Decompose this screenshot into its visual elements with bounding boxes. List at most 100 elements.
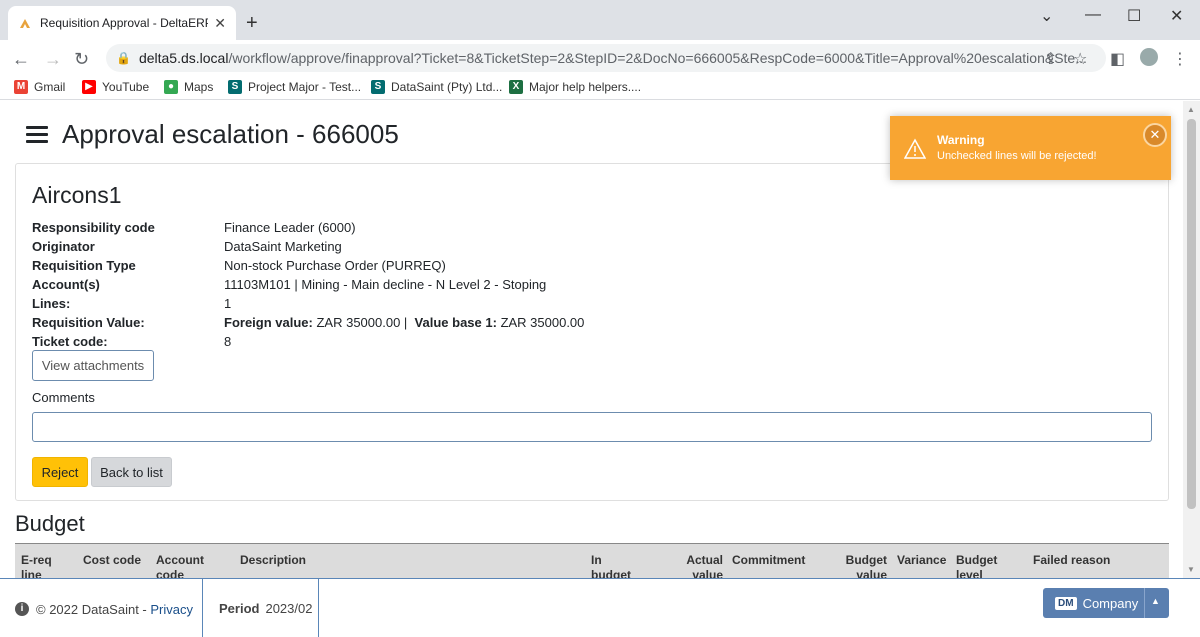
comments-label: Comments <box>32 390 95 405</box>
close-tab-icon[interactable]: ✕ <box>214 15 226 32</box>
url-path: /workflow/approve/finapproval?Ticket=8&T… <box>228 50 1087 66</box>
detail-value: 8 <box>224 334 232 349</box>
bookmark-datasaint[interactable]: S DataSaint (Pty) Ltd... <box>371 80 502 94</box>
column-header[interactable]: E-req line <box>21 553 61 578</box>
budget-table-header: E-req line Cost code Account code Descri… <box>15 543 1169 578</box>
youtube-icon: ▶ <box>82 80 96 94</box>
period-display: Period 2023/02 <box>219 601 312 616</box>
column-header[interactable]: Description <box>240 553 306 568</box>
maps-icon: ● <box>164 80 178 94</box>
maximize-icon[interactable]: ☐ <box>1127 6 1141 26</box>
warning-message: Unchecked lines will be rejected! <box>937 150 1097 162</box>
company-button-divider <box>1144 588 1145 618</box>
footer-divider <box>318 579 319 637</box>
bookmark-label: Major help helpers.... <box>529 80 642 94</box>
copyright: © 2022 DataSaint - Privacy <box>36 602 193 617</box>
privacy-link[interactable]: Privacy <box>150 602 193 617</box>
forward-arrow-icon[interactable]: → <box>44 49 62 70</box>
foreign-value: ZAR 35000.00 | <box>316 315 408 330</box>
profile-avatar[interactable] <box>1140 48 1158 66</box>
close-warning-icon[interactable]: ✕ <box>1143 123 1167 147</box>
warning-title: Warning <box>937 133 985 147</box>
detail-value: DataSaint Marketing <box>224 239 342 254</box>
budget-title: Budget <box>15 511 85 536</box>
column-header[interactable]: Failed reason <box>1033 553 1110 568</box>
sharepoint-icon: S <box>371 80 385 94</box>
back-arrow-icon[interactable]: ← <box>12 49 30 70</box>
page-title: Approval escalation - 666005 <box>62 119 399 149</box>
gmail-icon: M <box>14 80 28 94</box>
warning-toast: Warning Unchecked lines will be rejected… <box>890 116 1171 180</box>
column-header[interactable]: Account code <box>156 553 216 578</box>
bookmarks-bar: M Gmail ▶ YouTube ● Maps S Project Major - T… <box>0 76 1200 100</box>
copyright-text: © 2022 DataSaint - <box>36 602 151 617</box>
bookmark-label: Maps <box>184 80 214 94</box>
bookmark-gmail[interactable]: M Gmail <box>14 80 65 94</box>
page-scrollbar[interactable]: ▲ ▼ <box>1183 101 1200 578</box>
column-header[interactable]: Budget level <box>956 553 1002 578</box>
address-bar[interactable]: 🔒 delta5.ds.local/workflow/approve/finap… <box>106 44 1106 72</box>
detail-label: Account(s) <box>32 277 100 292</box>
hamburger-menu-icon[interactable] <box>26 126 48 144</box>
lock-icon: 🔒 <box>116 51 131 65</box>
requisition-value: Foreign value: ZAR 35000.00 | Value base… <box>224 315 584 330</box>
column-header[interactable]: Commitment <box>732 553 805 568</box>
new-tab-icon[interactable]: + <box>246 12 258 35</box>
excel-icon: X <box>509 80 523 94</box>
base-value-label: Value base 1: <box>414 315 497 330</box>
view-attachments-button[interactable]: View attachments <box>32 350 154 381</box>
share-icon[interactable]: ⇪ <box>1044 49 1057 69</box>
detail-label: Lines: <box>32 296 71 311</box>
detail-value: Non-stock Purchase Order (PURREQ) <box>224 258 446 273</box>
bookmark-project-major[interactable]: S Project Major - Test... <box>228 80 361 94</box>
bookmark-youtube[interactable]: ▶ YouTube <box>82 80 149 94</box>
bookmark-major-help[interactable]: X Major help helpers.... <box>509 80 641 94</box>
kebab-menu-icon[interactable]: ⋮ <box>1172 49 1188 69</box>
tab-search-chevron-icon[interactable]: ⌄ <box>1040 6 1053 26</box>
company-badge: DM <box>1055 596 1077 610</box>
column-header[interactable]: Cost code <box>83 553 141 568</box>
caret-up-icon[interactable]: ▲ <box>1151 596 1160 606</box>
column-header[interactable]: Budget value <box>843 553 887 578</box>
back-to-list-button[interactable]: Back to list <box>91 457 172 487</box>
tab-title: Requisition Approval - DeltaERP5 <box>40 16 209 30</box>
column-header[interactable]: Actual value <box>683 553 723 578</box>
period-value: 2023/02 <box>265 601 313 616</box>
app-footer: i © 2022 DataSaint - Privacy Period 2023/… <box>0 578 1200 637</box>
url-host: delta5.ds.local <box>138 50 229 66</box>
detail-value: Finance Leader (6000) <box>224 220 356 235</box>
detail-value: 1 <box>224 296 232 311</box>
browser-tab[interactable]: Requisition Approval - DeltaERP5 ✕ <box>8 6 236 40</box>
scroll-down-icon[interactable]: ▼ <box>1187 565 1195 574</box>
reject-button[interactable]: Reject <box>32 457 88 487</box>
company-button[interactable]: DM Company ▲ <box>1043 588 1169 618</box>
bookmark-star-icon[interactable]: ☆ <box>1073 49 1087 69</box>
close-window-icon[interactable]: ✕ <box>1170 6 1183 26</box>
comments-input[interactable] <box>32 412 1152 442</box>
sharepoint-icon: S <box>228 80 242 94</box>
requisition-name: Aircons1 <box>32 182 122 208</box>
scroll-up-icon[interactable]: ▲ <box>1187 105 1195 114</box>
detail-label: Requisition Type <box>32 258 136 273</box>
reload-icon[interactable]: ↻ <box>74 49 89 70</box>
foreign-value-label: Foreign value: <box>224 315 313 330</box>
bookmark-label: Project Major - Test... <box>248 80 362 94</box>
warning-triangle-icon <box>904 138 926 159</box>
detail-value: 11103M101 | Mining - Main decline - N Le… <box>224 277 547 292</box>
minimize-icon[interactable]: — <box>1085 6 1101 24</box>
detail-label: Responsibility code <box>32 220 155 235</box>
base-value: ZAR 35000.00 <box>500 315 585 330</box>
browser-tab-strip: Requisition Approval - DeltaERP5 ✕ + ⌄ —… <box>0 0 1200 40</box>
bookmark-maps[interactable]: ● Maps <box>164 80 213 94</box>
footer-divider <box>202 579 203 637</box>
side-panel-icon[interactable]: ◧ <box>1110 49 1125 69</box>
browser-toolbar: ← → ↻ 🔒 delta5.ds.local/workflow/approve… <box>0 40 1200 76</box>
column-header[interactable]: In budget <box>591 553 641 578</box>
company-label: Company <box>1082 595 1139 611</box>
detail-label: Requisition Value: <box>32 315 145 330</box>
requisition-card: Aircons1 Responsibility code Finance Lead… <box>15 163 1169 501</box>
column-header[interactable]: Variance <box>897 553 946 568</box>
scrollbar-thumb[interactable] <box>1187 119 1196 509</box>
detail-label: Originator <box>32 239 95 254</box>
bookmark-label: YouTube <box>102 80 150 94</box>
